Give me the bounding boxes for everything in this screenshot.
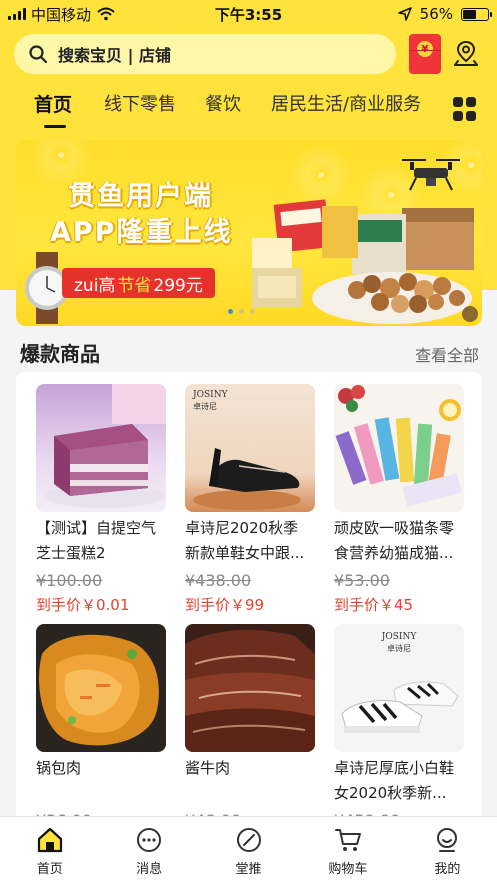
- final-price: 到手价￥99: [185, 596, 265, 614]
- snack-products-image: [252, 199, 478, 324]
- product-image-cake: [36, 384, 166, 512]
- tab-home[interactable]: 首页: [34, 90, 72, 117]
- category-tabs: 首页 线下零售 餐饮 居民生活/商业服务: [0, 86, 497, 130]
- nav-cart[interactable]: 购物车: [298, 817, 397, 883]
- cart-icon: [334, 829, 361, 851]
- profile-icon: [437, 828, 458, 852]
- hot-products-panel: 【测试】自提空气 芝士蛋糕2 ¥100.00 到手价￥0.01 JOSINY 卓诗…: [16, 372, 482, 832]
- search-icon: [29, 45, 48, 64]
- banner-pagination: [228, 309, 255, 314]
- pagination-dot: [250, 309, 255, 314]
- banner-title-line1: 贯鱼用户端: [68, 181, 213, 212]
- wifi-icon: [97, 7, 115, 21]
- product-card[interactable]: 顽皮欧一吸猫条零 食营养幼猫成猫... ¥53.00 到手价￥45: [334, 384, 470, 615]
- product-card[interactable]: 酱牛肉 ¥48.00: [185, 624, 321, 832]
- product-title: 顽皮欧一吸猫条零 食营养幼猫成猫...: [334, 519, 455, 562]
- original-price: ¥100.00: [36, 571, 103, 590]
- message-icon: [137, 828, 162, 852]
- product-image-braised-beef: [185, 624, 315, 752]
- battery-percent: 56%: [419, 5, 453, 23]
- tab-offline-retail[interactable]: 线下零售: [104, 90, 176, 116]
- original-price: ¥438.00: [185, 571, 252, 590]
- compass-icon: [236, 828, 261, 852]
- nav-label: 首页: [36, 862, 63, 877]
- product-title: 酱牛肉: [185, 759, 231, 777]
- home-icon: [37, 827, 62, 853]
- search-placeholder: 搜索宝贝 | 店铺: [58, 46, 171, 65]
- section-title: 爆款商品: [20, 342, 100, 366]
- final-price: 到手价￥45: [334, 596, 414, 614]
- banner-title-line2: APP隆重上线: [50, 217, 233, 248]
- location-arrow-icon: [397, 7, 412, 21]
- tab-catering[interactable]: 餐饮: [205, 90, 241, 116]
- nav-label: 堂推: [235, 862, 262, 877]
- nav-label: 消息: [136, 862, 163, 877]
- bottom-nav: 首页 消息 堂推 购物车 我的: [0, 816, 497, 883]
- all-categories-icon[interactable]: [453, 97, 477, 121]
- product-card[interactable]: JOSINY 卓诗尼 卓诗尼2020秋季 新款单鞋女中跟... ¥438.00 到…: [185, 384, 321, 615]
- nav-tangtui[interactable]: 堂推: [199, 817, 298, 883]
- final-price: 到手价￥0.01: [36, 596, 130, 614]
- nav-label: 购物车: [328, 862, 368, 877]
- product-image-cat-treats: [334, 384, 464, 512]
- active-tab-indicator: [44, 125, 66, 128]
- search-input[interactable]: 搜索宝贝 | 店铺: [14, 34, 396, 74]
- red-packet-button[interactable]: ¥: [409, 34, 441, 74]
- red-packet-icon: ¥: [417, 41, 433, 57]
- pagination-dot: [239, 309, 244, 314]
- nav-home[interactable]: 首页: [0, 817, 99, 883]
- nav-profile[interactable]: 我的: [398, 817, 497, 883]
- carrier-label: 中国移动: [31, 5, 92, 24]
- battery-icon: [461, 7, 492, 21]
- original-price: ¥53.00: [334, 571, 390, 590]
- product-image-heels: JOSINY 卓诗尼: [185, 384, 315, 512]
- product-image-fried-pork: [36, 624, 166, 752]
- pagination-dot: [228, 309, 233, 314]
- location-pin-icon[interactable]: [452, 39, 480, 69]
- nav-messages[interactable]: 消息: [99, 817, 198, 883]
- product-card[interactable]: 锅包肉 ¥36.00: [36, 624, 172, 832]
- view-all-link[interactable]: 查看全部: [415, 342, 479, 366]
- product-title: 【测试】自提空气 芝士蛋糕2: [36, 519, 157, 562]
- product-card[interactable]: JOSINY 卓诗尼 卓诗尼厚底小白鞋女2020秋季新... ¥459.00: [334, 624, 470, 832]
- signal-icon: [8, 8, 26, 20]
- banner-savings-tag: zui高 节省 299元: [62, 268, 215, 298]
- status-bar: 中国移动 下午3:55 56%: [0, 0, 497, 28]
- product-title: 卓诗尼厚底小白鞋 女2020秋季新...: [334, 759, 455, 802]
- product-card[interactable]: 【测试】自提空气 芝士蛋糕2 ¥100.00 到手价￥0.01: [36, 384, 172, 615]
- product-title: 卓诗尼2020秋季 新款单鞋女中跟...: [185, 519, 305, 562]
- promo-banner[interactable]: 贯鱼用户端 APP隆重上线 zui高 节省 299元: [16, 140, 482, 326]
- tab-life-services[interactable]: 居民生活/商业服务: [271, 90, 421, 116]
- product-title: 锅包肉: [36, 759, 82, 777]
- drone-image: [402, 159, 460, 191]
- product-image-sneakers: JOSINY 卓诗尼: [334, 624, 464, 752]
- nav-label: 我的: [434, 862, 461, 877]
